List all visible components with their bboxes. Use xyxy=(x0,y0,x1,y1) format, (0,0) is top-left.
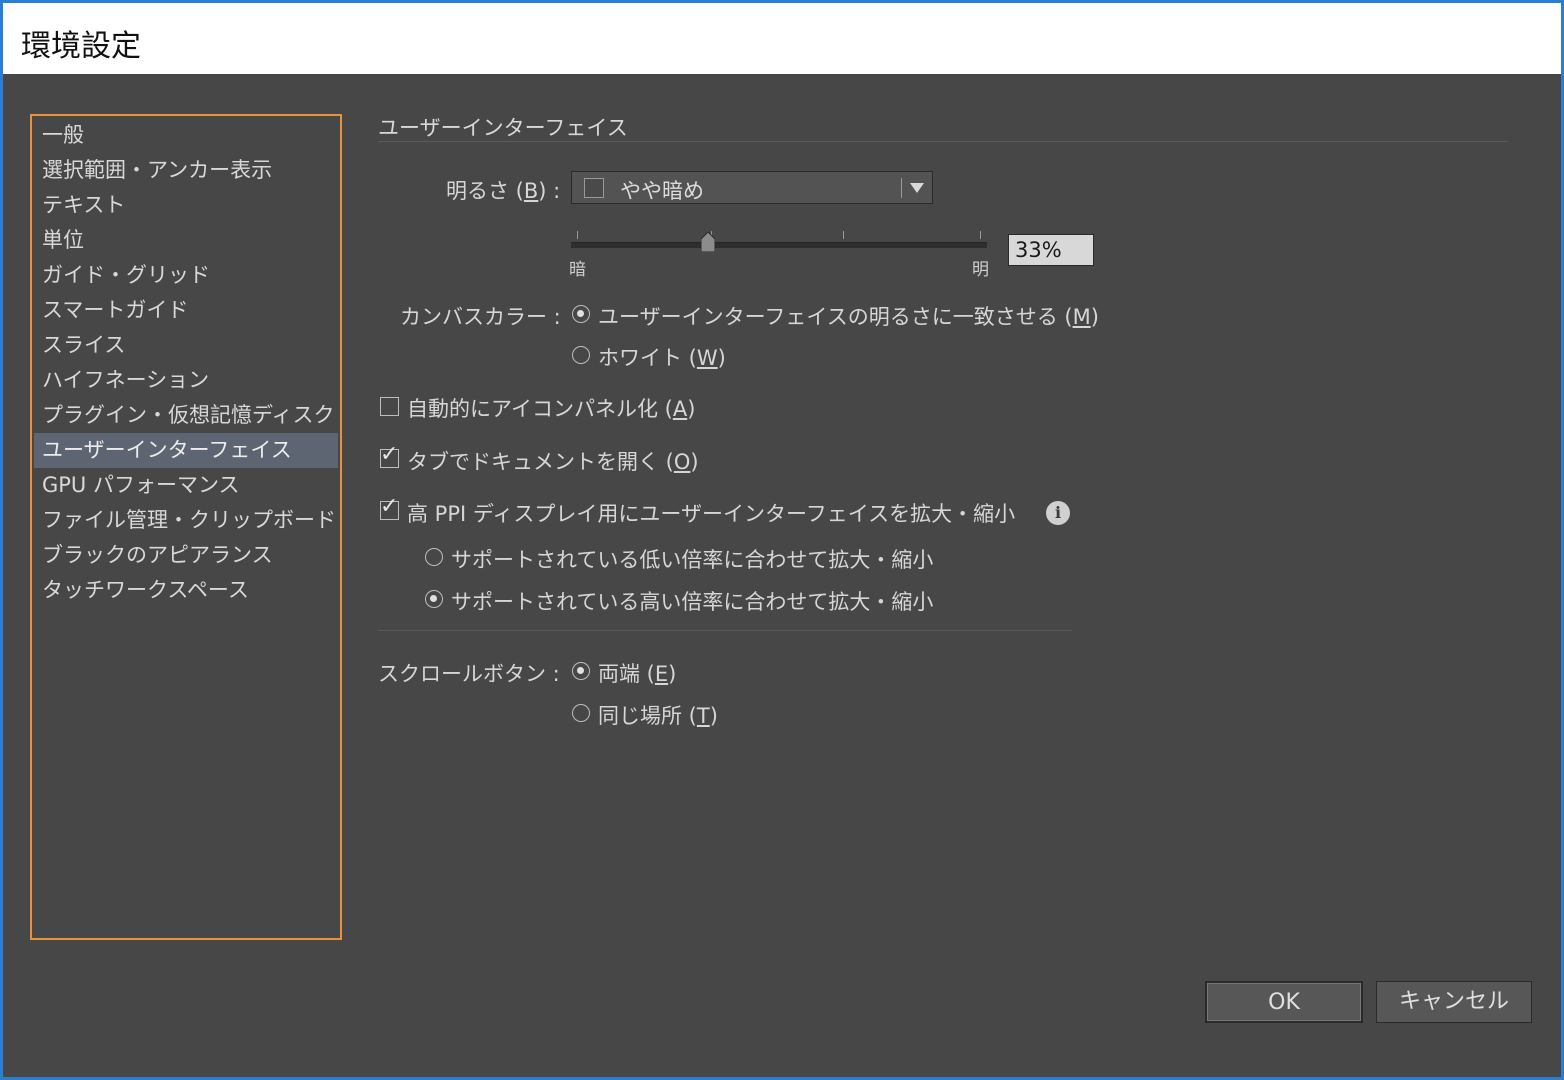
high-ppi-checkbox[interactable]: ✓ xyxy=(380,496,399,520)
divider xyxy=(378,630,1072,631)
sidebar-item-text[interactable]: テキスト xyxy=(34,188,338,223)
brightness-slider-thumb[interactable] xyxy=(701,232,716,252)
slider-min-label: 暗 xyxy=(569,260,586,280)
open-in-tabs-suffix: ) xyxy=(690,450,699,474)
auto-collapse-checkbox[interactable] xyxy=(380,397,399,416)
scroll-both-ends-label: 両端 (E) xyxy=(598,658,676,688)
slider-max-label: 明 xyxy=(972,260,989,280)
scroll-together-radio[interactable] xyxy=(572,704,590,722)
brightness-slider-track[interactable] xyxy=(571,242,987,248)
section-title: ユーザーインターフェイス xyxy=(378,116,628,140)
open-in-tabs-key: O xyxy=(673,450,691,474)
sidebar-item-file-handling[interactable]: ファイル管理・クリップボード xyxy=(34,503,338,538)
canvas-match-text: ユーザーインターフェイスの明るさに一致させる ( xyxy=(598,305,1073,329)
checkmark-icon: ✓ xyxy=(380,494,399,519)
sidebar-item-guides-grid[interactable]: ガイド・グリッド xyxy=(34,258,338,293)
slider-tick xyxy=(980,231,981,239)
sidebar-item-black-appearance[interactable]: ブラックのアピアランス xyxy=(34,538,338,573)
auto-collapse-label: 自動的にアイコンパネル化 (A) xyxy=(407,393,695,423)
sidebar-item-plugins-scratch[interactable]: プラグイン・仮想記憶ディスク xyxy=(34,398,338,433)
scroll-together-suffix: ) xyxy=(709,704,718,728)
sidebar-item-units[interactable]: 単位 xyxy=(34,223,338,258)
canvas-color-match-radio[interactable] xyxy=(572,305,590,323)
canvas-match-key: M xyxy=(1072,305,1091,329)
scroll-both-text: 両端 ( xyxy=(598,662,655,686)
scroll-together-text: 同じ場所 ( xyxy=(598,704,697,728)
sidebar-item-touch-workspace[interactable]: タッチワークスペース xyxy=(34,573,338,608)
canvas-white-suffix: ) xyxy=(717,346,726,370)
brightness-swatch xyxy=(584,178,604,198)
scroll-buttons-label: スクロールボタン : xyxy=(378,662,560,686)
canvas-color-match-label: ユーザーインターフェイスの明るさに一致させる (M) xyxy=(598,301,1099,331)
dropdown-separator xyxy=(901,178,902,198)
canvas-color-white-label: ホワイト (W) xyxy=(598,342,726,372)
open-in-tabs-checkbox[interactable]: ✓ xyxy=(380,444,399,468)
scroll-both-key: E xyxy=(654,662,669,686)
canvas-white-text: ホワイト ( xyxy=(598,346,697,370)
title-bar: 環境設定 xyxy=(0,0,1564,74)
canvas-color-white-radio[interactable] xyxy=(572,346,590,364)
ppi-high-scale-label: サポートされている高い倍率に合わせて拡大・縮小 xyxy=(451,590,934,614)
brightness-label-suffix: ) : xyxy=(538,179,561,203)
open-in-tabs-text: タブでドキュメントを開く ( xyxy=(407,450,674,474)
cancel-button[interactable]: キャンセル xyxy=(1376,981,1532,1023)
category-list: 一般 選択範囲・アンカー表示 テキスト 単位 ガイド・グリッド スマートガイド … xyxy=(30,114,342,940)
sidebar-item-smart-guides[interactable]: スマートガイド xyxy=(34,293,338,328)
slider-tick xyxy=(843,231,844,239)
brightness-label: 明るさ (B) : xyxy=(446,175,560,205)
scroll-both-suffix: ) xyxy=(668,662,677,686)
sidebar-item-gpu-performance[interactable]: GPU パフォーマンス xyxy=(34,468,338,503)
sidebar-item-hyphenation[interactable]: ハイフネーション xyxy=(34,363,338,398)
high-ppi-label: 高 PPI ディスプレイ用にユーザーインターフェイスを拡大・縮小 xyxy=(407,502,1016,526)
scroll-both-ends-radio[interactable] xyxy=(572,662,590,680)
section-divider xyxy=(378,141,1508,142)
brightness-label-key: B xyxy=(523,179,539,203)
canvas-white-key: W xyxy=(696,346,718,370)
ppi-high-scale-radio[interactable] xyxy=(425,590,443,608)
brightness-dropdown[interactable]: やや暗め xyxy=(571,171,933,204)
scroll-together-label: 同じ場所 (T) xyxy=(598,700,718,730)
scroll-together-key: T xyxy=(696,704,710,728)
ppi-low-scale-label: サポートされている低い倍率に合わせて拡大・縮小 xyxy=(451,548,934,572)
ok-button[interactable]: OK xyxy=(1205,981,1363,1023)
brightness-label-prefix: 明るさ ( xyxy=(446,179,524,203)
chevron-down-icon xyxy=(910,183,924,193)
canvas-color-label: カンバスカラー : xyxy=(400,305,561,329)
sidebar-item-slices[interactable]: スライス xyxy=(34,328,338,363)
ppi-low-scale-radio[interactable] xyxy=(425,548,443,566)
canvas-match-suffix: ) xyxy=(1090,305,1099,329)
sidebar-item-user-interface[interactable]: ユーザーインターフェイス xyxy=(34,433,338,468)
slider-tick xyxy=(577,231,578,239)
auto-collapse-text: 自動的にアイコンパネル化 ( xyxy=(407,397,673,421)
brightness-percent-field[interactable]: 33% xyxy=(1008,234,1094,266)
window-title: 環境設定 xyxy=(21,29,141,64)
auto-collapse-suffix: ) xyxy=(687,397,696,421)
checkmark-icon: ✓ xyxy=(380,442,399,467)
open-in-tabs-label: タブでドキュメントを開く (O) xyxy=(407,446,699,476)
sidebar-item-selection-anchor[interactable]: 選択範囲・アンカー表示 xyxy=(34,153,338,188)
info-icon[interactable]: i xyxy=(1046,501,1070,525)
sidebar-item-general[interactable]: 一般 xyxy=(34,118,338,153)
brightness-selected-value: やや暗め xyxy=(620,179,704,203)
auto-collapse-key: A xyxy=(672,397,688,421)
